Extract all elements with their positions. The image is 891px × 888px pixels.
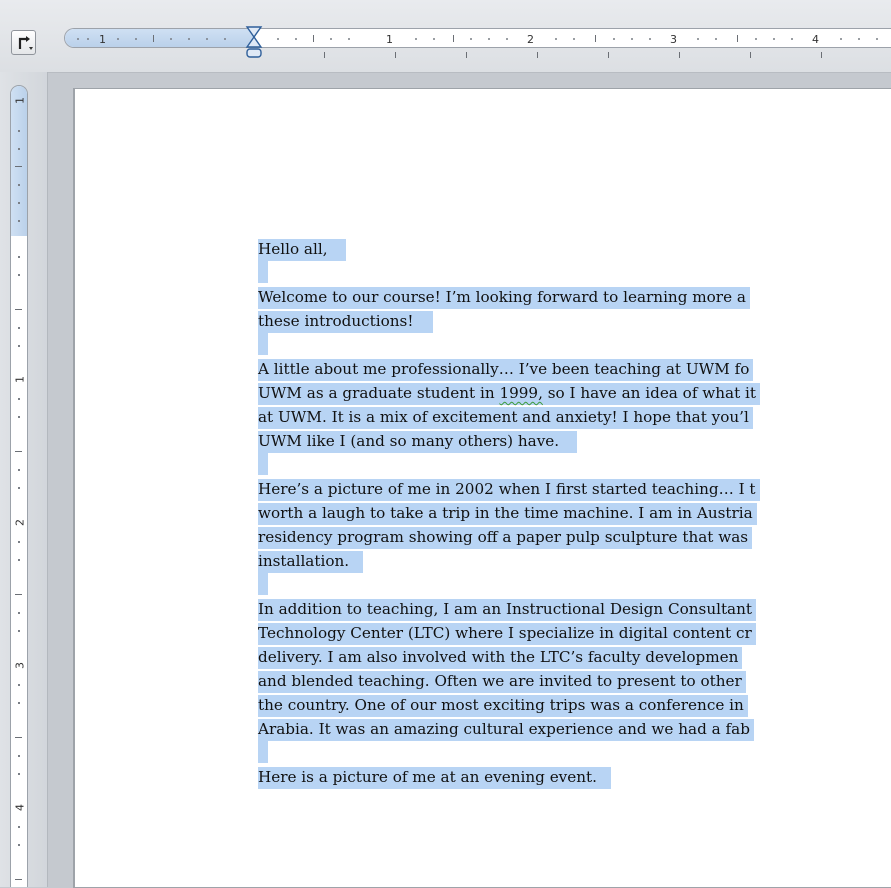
paragraph-about-line: UWM like I (and so many others) have. <box>258 431 578 453</box>
paragraph-picture-line: worth a laugh to take a trip in the time… <box>258 503 757 525</box>
paragraph-picture-line: Here’s a picture of me in 2002 when I fi… <box>258 479 760 501</box>
paragraph-picture-line: residency program showing off a paper pu… <box>258 527 753 549</box>
ruler-number: 3 <box>670 33 677 46</box>
horizontal-ruler-track: 1 1 2 3 4 <box>64 28 891 48</box>
ruler-number: 1 <box>99 33 106 46</box>
about-text-after: so I have an idea of what it <box>542 384 757 402</box>
about-text-before: UWM as a graduate student in <box>258 384 500 402</box>
ruler-number: 1 <box>13 376 27 383</box>
paragraph-about-line: UWM as a graduate student in 1999, so I … <box>258 383 761 405</box>
ruler-number: 3 <box>13 662 27 669</box>
document-page[interactable]: Hello all, Welcome to our course! I’m lo… <box>75 89 891 887</box>
ruler-number: 2 <box>13 519 27 526</box>
paragraph-teaching-line: the country. One of our most exciting tr… <box>258 695 748 717</box>
vertical-ruler[interactable]: 1 1 2 3 4 <box>10 85 28 887</box>
left-margin-zone <box>65 29 255 47</box>
paragraph-teaching-line: In addition to teaching, I am an Instruc… <box>258 599 756 621</box>
paragraph-welcome-line: Welcome to our course! I’m looking forwa… <box>258 287 750 309</box>
spelling-flagged-word[interactable]: 1999, <box>499 384 542 402</box>
paragraph-teaching-line: Technology Center (LTC) where I speciali… <box>258 623 756 645</box>
left-tab-icon <box>18 36 33 50</box>
top-margin-zone <box>11 86 27 236</box>
ruler-number: 4 <box>812 33 819 46</box>
ruler-number: 2 <box>527 33 534 46</box>
top-ruler-bar: 1 1 2 3 4 <box>0 0 891 73</box>
paragraph-teaching-line: and blended teaching. Often we are invit… <box>258 671 746 693</box>
ruler-number: 4 <box>13 804 27 811</box>
paragraph-about-line: A little about me professionally… I’ve b… <box>258 359 754 381</box>
paragraph-greeting: Hello all, <box>258 237 891 261</box>
paragraph-teaching-line: Arabia. It was an amazing cultural exper… <box>258 719 754 741</box>
tab-selector-button[interactable] <box>11 30 36 55</box>
horizontal-ruler[interactable]: 1 1 2 3 4 <box>64 26 891 62</box>
ruler-number: 1 <box>13 97 27 104</box>
paragraph-about-line: at UWM. It is a mix of excitement and an… <box>258 407 753 429</box>
paragraph-teaching-line: delivery. I am also involved with the LT… <box>258 647 743 669</box>
ruler-number: 1 <box>386 33 393 46</box>
document-body[interactable]: Hello all, Welcome to our course! I’m lo… <box>258 237 891 789</box>
paragraph-evening-line: Here is a picture of me at an evening ev… <box>258 767 611 789</box>
paragraph-welcome-line: these introductions! <box>258 311 434 333</box>
paragraph-picture-line: installation. <box>258 551 364 573</box>
indent-hourglass-icon[interactable] <box>245 26 265 66</box>
greeting-text: Hello all, <box>258 239 332 261</box>
